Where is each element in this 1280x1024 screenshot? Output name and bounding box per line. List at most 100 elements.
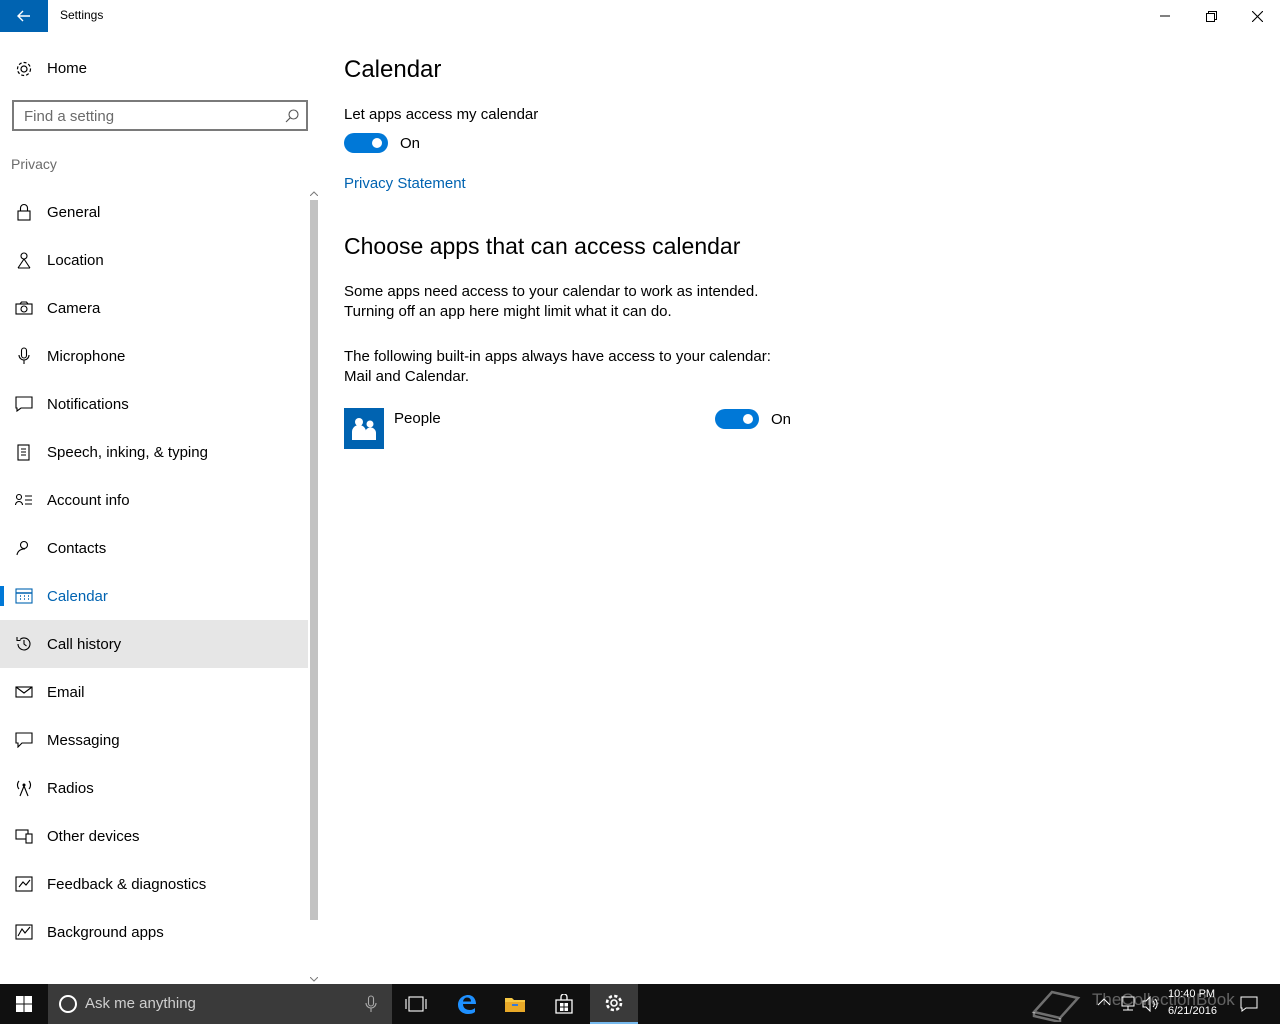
home-label: Home [47,60,88,77]
privacy-statement-link[interactable]: Privacy Statement [344,175,466,192]
home-nav-item[interactable]: Home [0,50,308,86]
gear-icon [605,994,623,1012]
sidebar-item-contacts[interactable]: Contacts [0,524,308,572]
sidebar-item-radios[interactable]: Radios [0,764,308,812]
toggle-knob [372,138,382,148]
close-button[interactable] [1234,0,1280,32]
lock-icon [14,202,34,222]
edge-taskbar-button[interactable] [442,984,490,1024]
store-icon [555,994,573,1014]
sidebar-item-label: Notifications [47,396,129,413]
sidebar-item-label: Call history [47,636,122,653]
sidebar-item-calendar[interactable]: Calendar [0,572,308,620]
toggle-state-label: On [771,411,792,428]
sidebar-item-microphone[interactable]: Microphone [0,332,308,380]
main-content: Calendar Let apps access my calendar On … [344,32,1244,984]
sidebar-item-label: Other devices [47,828,140,845]
restore-button[interactable] [1188,0,1234,32]
gear-icon [14,59,34,79]
sidebar-item-label: Radios [47,780,94,797]
scroll-down-arrow[interactable] [308,974,320,984]
start-button[interactable] [0,984,48,1024]
background-apps-icon [14,922,34,942]
people-app-icon [344,408,384,449]
choose-apps-heading: Choose apps that can access calendar [344,233,741,259]
store-button[interactable] [540,984,588,1024]
built-in-apps-note: The following built-in apps always have … [344,347,824,387]
sidebar-item-call-history[interactable]: Call history [0,620,308,668]
back-arrow-icon [17,10,30,22]
section-label-privacy: Privacy [11,156,57,172]
cortana-search-box[interactable]: Ask me anything [48,984,392,1024]
notifications-icon [14,394,34,414]
sidebar-item-general[interactable]: General [0,188,308,236]
let-apps-access-label: Let apps access my calendar [344,106,539,123]
messaging-icon [14,730,34,750]
volume-icon[interactable] [1142,996,1160,1012]
sidebar-item-label: Microphone [47,348,126,365]
people-access-toggle[interactable] [715,409,759,429]
calendar-icon [14,586,34,606]
file-explorer-button[interactable] [491,984,539,1024]
scroll-up-arrow[interactable] [308,188,320,198]
built-in-apps-line: The following built-in apps always have … [344,348,771,365]
sidebar-item-feedback[interactable]: Feedback & diagnostics [0,860,308,908]
sidebar-item-label: Speech, inking, & typing [47,444,208,461]
sidebar-scrollbar[interactable] [308,188,320,984]
sidebar-item-messaging[interactable]: Messaging [0,716,308,764]
apps-description-line: Some apps need access to your calendar t… [344,283,759,300]
sidebar-item-label: Background apps [47,924,164,941]
sidebar-item-label: Email [47,684,85,701]
setting-search-box[interactable] [12,100,308,131]
title-bar: Settings [0,0,1280,32]
network-icon[interactable] [1120,996,1136,1012]
chevron-up-icon [310,190,318,196]
watermark-book-icon [1031,990,1081,1022]
calendar-access-toggle[interactable] [344,133,388,153]
toggle-state-label: On [400,135,421,152]
chevron-up-icon[interactable] [1098,998,1110,1006]
minimize-button[interactable] [1142,0,1188,32]
search-icon[interactable] [284,108,300,124]
sidebar-item-background-apps[interactable]: Background apps [0,908,308,956]
edge-icon [458,995,476,1014]
clock-date[interactable]: 6/21/2016 [1168,1005,1217,1017]
built-in-apps-line: Mail and Calendar. [344,368,470,385]
chevron-down-icon [310,976,318,982]
close-icon [1251,10,1263,22]
sidebar-item-label: Feedback & diagnostics [47,876,207,893]
sidebar-item-other-devices[interactable]: Other devices [0,812,308,860]
minimize-icon [1160,15,1170,17]
cortana-placeholder: Ask me anything [85,995,196,1012]
settings-taskbar-button[interactable] [590,984,638,1024]
scroll-thumb[interactable] [310,200,318,920]
restore-icon [1205,10,1217,22]
taskbar: Ask me anything TheCollectionBook 10:40 … [0,984,1280,1024]
page-title: Calendar [344,56,442,83]
action-center-icon[interactable] [1240,996,1258,1012]
setting-search-input[interactable] [24,107,274,125]
sidebar-item-label: Camera [47,300,101,317]
sidebar-item-notifications[interactable]: Notifications [0,380,308,428]
feedback-icon [14,874,34,894]
account-info-icon [14,490,34,510]
sidebar-item-label: Calendar [47,588,108,605]
folder-icon [505,998,525,1012]
apps-description-line: Turning off an app here might limit what… [344,303,672,320]
window-title: Settings [60,8,104,22]
clock-time[interactable]: 10:40 PM [1168,988,1215,1000]
sidebar-item-label: General [47,204,101,221]
sidebar-item-speech[interactable]: Speech, inking, & typing [0,428,308,476]
sidebar-item-location[interactable]: Location [0,236,308,284]
task-view-button[interactable] [392,984,440,1024]
sidebar-item-camera[interactable]: Camera [0,284,308,332]
location-icon [14,250,34,270]
email-icon [14,682,34,702]
windows-logo-icon [16,996,32,1012]
sidebar-item-account-info[interactable]: Account info [0,476,308,524]
privacy-nav-list: General Location Camera Microphone Notif… [0,188,308,956]
radios-icon [14,778,34,798]
sidebar-item-email[interactable]: Email [0,668,308,716]
back-button[interactable] [0,0,48,32]
microphone-icon[interactable] [364,995,378,1013]
